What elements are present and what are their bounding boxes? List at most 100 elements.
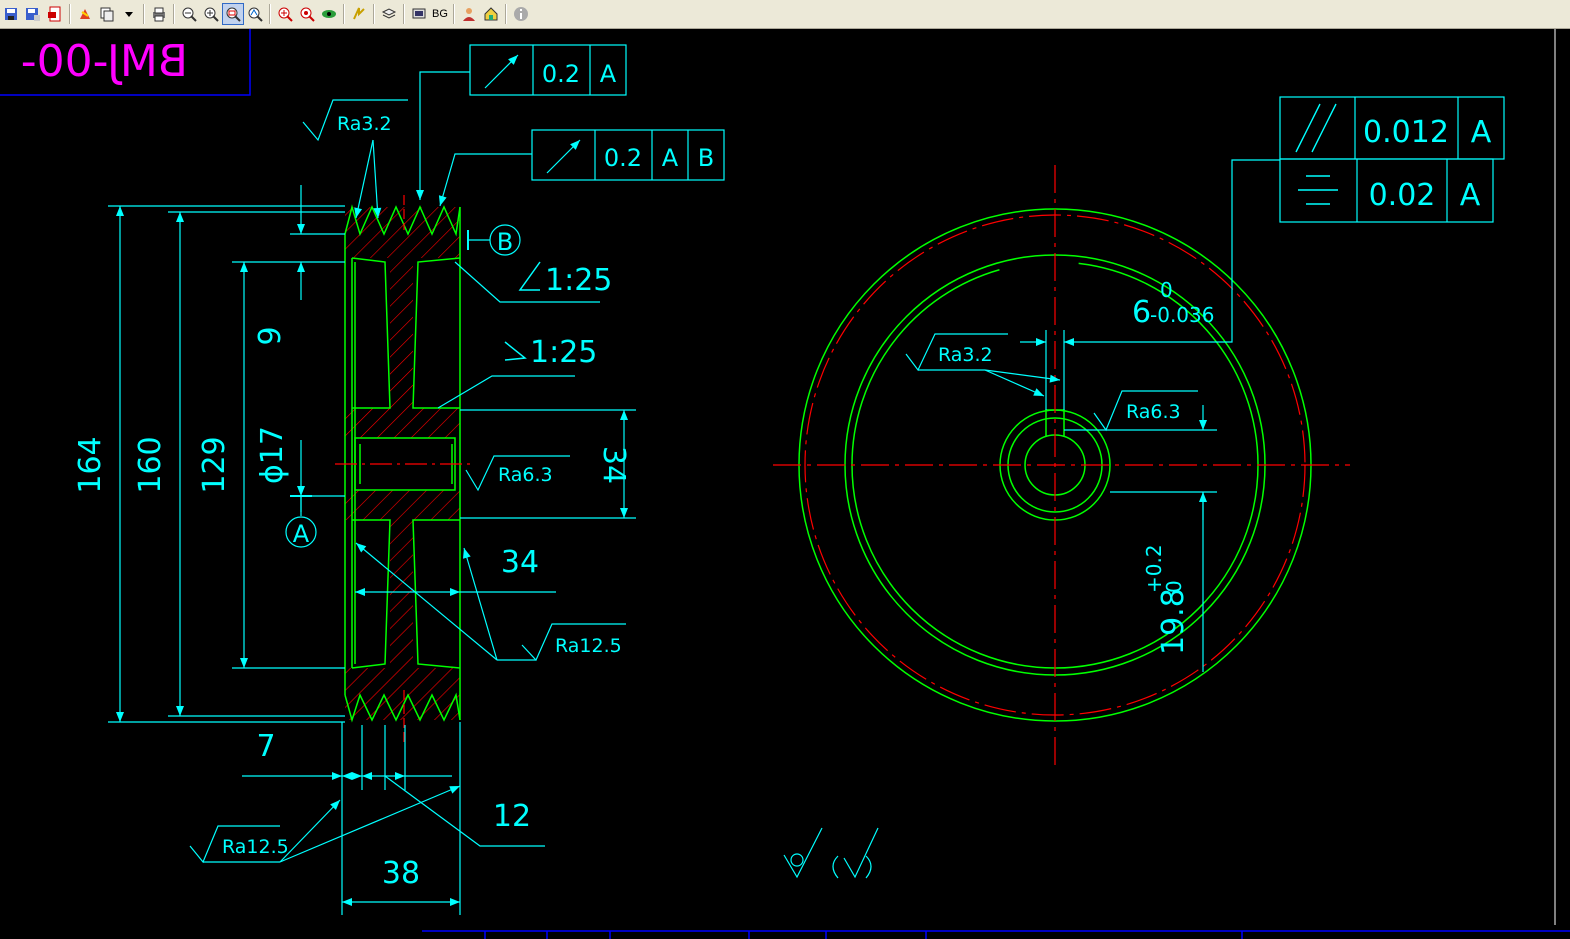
dropdown-arrow-button[interactable] — [118, 3, 140, 25]
roughness-ra125-left-text: Ra12.5 — [222, 836, 289, 858]
zoom-window-icon — [226, 7, 241, 22]
title-block: BMJ-00- — [0, 29, 251, 96]
gdt-symmetry-value: 0.02 — [1369, 178, 1436, 213]
taper-1-text: 1:25 — [545, 263, 612, 298]
gdt-runout-2: 0.2 A B — [438, 129, 725, 207]
keyway-lower: -0.036 — [1150, 303, 1214, 327]
gdt-symmetry-datum: A — [1460, 178, 1481, 213]
gdt-runout-1-value: 0.2 — [542, 60, 580, 88]
dim-129: 129 — [197, 436, 232, 493]
layers-button[interactable] — [378, 3, 400, 25]
zoom-realtime-button[interactable] — [244, 3, 266, 25]
roughness-ra63-hub-text: Ra6.3 — [498, 464, 553, 486]
drawing-svg: BMJ-00- 164 160 129 9 ϕ17 A B 0.2 A 0.2 … — [0, 29, 1570, 939]
toolbar-separator — [504, 4, 507, 24]
monitor-button[interactable] — [408, 3, 430, 25]
depth-nominal: 19.8 — [1156, 588, 1191, 655]
zoom-out-button[interactable] — [178, 3, 200, 25]
section-view — [335, 195, 470, 745]
roughness-ra32-left-text: Ra3.2 — [337, 113, 392, 135]
pdf-export-button[interactable] — [44, 3, 66, 25]
monitor-icon — [412, 8, 426, 19]
home-button[interactable] — [480, 3, 502, 25]
zoom-window-button[interactable] — [222, 3, 244, 25]
zoom-in-button[interactable] — [200, 3, 222, 25]
gdt-runout-2-datum1: A — [662, 144, 679, 172]
layout-button[interactable] — [96, 3, 118, 25]
dim-9: 9 — [253, 326, 288, 345]
dim-164: 164 — [73, 436, 108, 493]
datum-a-label: A — [293, 520, 310, 548]
zoom-extents-icon — [278, 7, 293, 22]
dropdown-arrow-icon — [125, 12, 133, 17]
toolbar-separator — [69, 4, 71, 24]
dim-12: 12 — [493, 799, 531, 834]
zoom-out-icon — [182, 7, 197, 22]
print-button[interactable] — [148, 3, 170, 25]
view-eye-button[interactable] — [318, 3, 340, 25]
datum-b: B — [467, 224, 521, 256]
toolbar-separator — [269, 4, 271, 24]
drawing-canvas[interactable]: BMJ-00- 164 160 129 9 ϕ17 A B 0.2 A 0.2 … — [0, 29, 1570, 939]
info-button[interactable] — [510, 3, 532, 25]
toolbar-separator — [452, 4, 455, 24]
roughness-ra32-right-text: Ra3.2 — [938, 344, 993, 366]
toolbar-bg-button[interactable]: BG — [430, 8, 450, 20]
taper-2: 1:25 — [437, 335, 597, 409]
keyway-depth-dim: 19.8 +0.2 0 — [1142, 544, 1191, 655]
roughness-ra125-right-text: Ra12.5 — [555, 635, 622, 657]
toolbar-separator — [173, 4, 175, 24]
toolbar-separator — [343, 4, 345, 24]
title-text: BMJ-00- — [21, 36, 188, 87]
regen-icon — [353, 7, 365, 20]
datum-b-label: B — [497, 228, 513, 256]
toolbar-separator — [373, 4, 375, 24]
toolbar: BG — [0, 0, 1570, 29]
zoom-realtime-icon — [248, 7, 263, 22]
keyway-width-dim: 0 6 -0.036 — [1132, 278, 1214, 330]
zoom-extents-button[interactable] — [274, 3, 296, 25]
toolbar-separator — [143, 4, 145, 24]
gdt-runout-2-value: 0.2 — [604, 144, 642, 172]
taper-2-text: 1:25 — [530, 335, 597, 370]
roughness-ra32-left: Ra3.2 — [302, 99, 408, 219]
bottom-table-edge — [422, 930, 1570, 939]
zoom-all-button[interactable] — [296, 3, 318, 25]
save-as-icon — [26, 8, 40, 21]
toolbar-separator — [403, 4, 405, 24]
dim-34-vertical-text: 34 — [596, 446, 631, 484]
datum-a: A — [285, 495, 317, 548]
roughness-ra125-left: Ra12.5 — [189, 785, 461, 864]
roughness-ra63-right-text: Ra6.3 — [1126, 401, 1181, 423]
gdt-parallel: 0.012 A — [1279, 96, 1505, 160]
view-eye-icon — [322, 10, 336, 18]
front-view — [773, 165, 1350, 765]
zoom-all-icon — [300, 7, 315, 22]
gdt-runout-1-datum: A — [600, 60, 617, 88]
roughness-ra32-right: Ra3.2 — [905, 333, 1061, 397]
gdt-runout-2-datum2: B — [698, 144, 714, 172]
dim-phi17: ϕ17 — [255, 426, 290, 484]
regen-button[interactable] — [348, 3, 370, 25]
print-icon — [153, 7, 165, 22]
gdt-parallel-datum: A — [1471, 115, 1492, 150]
save-button[interactable] — [0, 3, 22, 25]
roughness-ra63-hub: Ra6.3 — [465, 455, 570, 492]
info-icon — [513, 7, 528, 21]
user-icon — [462, 8, 475, 21]
depth-lower: 0 — [1162, 580, 1186, 593]
dim-34-horizontal: 34 — [355, 545, 556, 596]
home-icon — [484, 7, 498, 21]
save-as-button[interactable] — [22, 3, 44, 25]
pdf-export-icon — [48, 6, 61, 22]
user-button[interactable] — [458, 3, 480, 25]
layers-icon — [381, 8, 397, 19]
keyway-nominal: 6 — [1132, 295, 1151, 330]
keyway-upper: 0 — [1160, 278, 1173, 302]
dim-7: 7 — [256, 729, 275, 764]
taper-1: 1:25 — [454, 261, 612, 303]
layout-icon — [100, 7, 114, 22]
dim-34-horizontal-text: 34 — [501, 545, 539, 580]
pan-button[interactable] — [74, 3, 96, 25]
zoom-in-icon — [204, 7, 219, 22]
